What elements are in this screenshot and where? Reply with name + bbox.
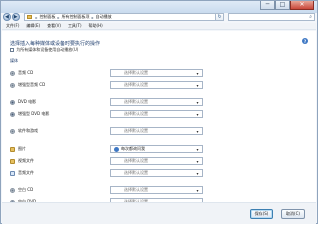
forward-button[interactable]: ▶ — [11, 13, 20, 21]
media-label: 音频 CD — [18, 70, 34, 75]
dvd-icon — [10, 99, 15, 105]
chevron-down-icon: ▾ — [196, 159, 199, 164]
select-value: 选择默认设置 — [124, 70, 148, 75]
music-icon — [10, 170, 15, 176]
search-input[interactable]: ⌕ — [228, 13, 316, 21]
chevron-down-icon: ▾ — [196, 188, 199, 193]
select-value: 选择默认设置 — [124, 111, 148, 116]
media-row-enhanced-audio-cd: 增强型音频 CD 选择默认设置 ▾ — [10, 81, 310, 89]
chevron-down-icon: ▾ — [196, 71, 199, 76]
address-bar: ◀ ▶ ▸ 控制面板 ▸ 所有控制面板项 ▸ 自动播放 ↻ ⌕ — [3, 12, 316, 22]
menu-help[interactable]: 帮助(H) — [89, 23, 103, 29]
chevron-down-icon: ▾ — [196, 112, 199, 117]
media-row-blank-cd: 空白 CD 选择默认设置 ▾ — [10, 186, 310, 194]
menu-file[interactable]: 文件(F) — [6, 23, 19, 29]
action-select[interactable]: 选择默认设置 ▾ — [110, 69, 203, 77]
chevron-down-icon: ▾ — [196, 100, 199, 105]
cd-icon — [10, 82, 15, 88]
content-pane: 选择插入每种媒体或设备时要执行的操作 ? 为所有媒体和设备使用自动播放(U) 媒… — [2, 31, 316, 224]
use-autoplay-checkbox[interactable] — [10, 48, 14, 52]
select-value: 选择默认设置 — [124, 82, 148, 87]
menu-edit[interactable]: 编辑(E) — [26, 23, 40, 29]
action-select[interactable]: 选择默认设置 ▾ — [110, 81, 203, 89]
breadcrumb-item-all-items[interactable]: 所有控制面板项 — [62, 14, 90, 20]
select-value: 选择默认设置 — [124, 128, 148, 133]
refresh-button[interactable]: ↻ — [215, 13, 225, 21]
breadcrumb-item-control-panel[interactable]: 控制面板 — [40, 14, 56, 20]
video-icon — [10, 158, 15, 164]
action-select[interactable]: 选择默认设置 ▾ — [110, 157, 203, 165]
media-label: 音频文件 — [18, 170, 34, 175]
help-icon[interactable]: ? — [302, 38, 308, 44]
control-panel-icon — [26, 15, 32, 19]
media-label: 增强型音频 CD — [18, 82, 46, 87]
action-select[interactable]: 每次都询问我 ▾ — [110, 145, 203, 153]
back-button[interactable]: ◀ — [3, 13, 11, 21]
media-label: 视频文件 — [18, 158, 34, 163]
select-value: 选择默认设置 — [124, 99, 148, 104]
media-row-software-games: 软件和游戏 选择默认设置 ▾ — [10, 127, 310, 135]
window-controls: ─ □ ✕ — [260, 1, 314, 10]
dvd-icon — [10, 111, 15, 117]
ask-me-icon — [114, 146, 119, 152]
media-label: 软件和游戏 — [18, 128, 38, 133]
media-label: 空白 CD — [18, 187, 34, 192]
cancel-button[interactable]: 取消(C) — [281, 209, 305, 219]
picture-icon — [10, 146, 15, 152]
maximize-button[interactable]: □ — [275, 1, 290, 10]
media-row-audio-files: 音频文件 选择默认设置 ▾ — [10, 169, 310, 177]
close-button[interactable]: ✕ — [290, 1, 314, 10]
action-select[interactable]: 选择默认设置 ▾ — [110, 186, 203, 194]
cd-icon — [10, 70, 15, 76]
media-label: 图片 — [18, 146, 26, 151]
media-row-enhanced-dvd-movie: 增强型 DVD 电影 选择默认设置 ▾ — [10, 110, 310, 118]
media-row-audio-cd: 音频 CD 选择默认设置 ▾ — [10, 69, 310, 77]
footer-bar: 保存(S) 取消(C) — [2, 202, 316, 224]
use-autoplay-option[interactable]: 为所有媒体和设备使用自动播放(U) — [10, 47, 78, 53]
menu-view[interactable]: 查看(V) — [47, 23, 61, 29]
minimize-button[interactable]: ─ — [260, 1, 275, 10]
software-icon — [10, 128, 15, 134]
page-title: 选择插入每种媒体或设备时要执行的操作 — [10, 41, 101, 47]
chevron-down-icon: ▾ — [196, 147, 199, 152]
select-value: 选择默认设置 — [124, 170, 148, 175]
select-value: 每次都询问我 — [121, 146, 145, 151]
breadcrumb-item-autoplay[interactable]: 自动播放 — [96, 14, 112, 20]
use-autoplay-label: 为所有媒体和设备使用自动播放(U) — [16, 47, 79, 52]
chevron-down-icon: ▾ — [196, 129, 199, 134]
autoplay-window: ─ □ ✕ ◀ ▶ ▸ 控制面板 ▸ 所有控制面板项 ▸ 自动播放 ↻ ⌕ 文件… — [0, 0, 318, 224]
section-title-media: 媒体 — [10, 58, 18, 63]
select-value: 选择默认设置 — [124, 187, 148, 192]
media-label: DVD 电影 — [18, 99, 37, 104]
action-select[interactable]: 选择默认设置 ▾ — [110, 110, 203, 118]
media-row-dvd-movie: DVD 电影 选择默认设置 ▾ — [10, 98, 310, 106]
menu-tools[interactable]: 工具(T) — [68, 23, 82, 29]
breadcrumb[interactable]: ▸ 控制面板 ▸ 所有控制面板项 ▸ 自动播放 — [23, 13, 216, 21]
breadcrumb-separator: ▸ — [35, 14, 38, 20]
media-label: 增强型 DVD 电影 — [18, 111, 50, 116]
action-select[interactable]: 选择默认设置 ▾ — [110, 127, 203, 135]
search-icon: ⌕ — [309, 14, 313, 20]
action-select[interactable]: 选择默认设置 ▾ — [110, 98, 203, 106]
cd-icon — [10, 187, 15, 193]
breadcrumb-separator: ▸ — [57, 14, 60, 20]
chevron-down-icon: ▾ — [196, 83, 199, 88]
select-value: 选择默认设置 — [124, 158, 148, 163]
save-button[interactable]: 保存(S) — [250, 209, 273, 219]
media-row-pictures: 图片 每次都询问我 ▾ — [10, 145, 310, 153]
chevron-down-icon: ▾ — [196, 171, 199, 176]
breadcrumb-separator: ▸ — [91, 14, 94, 20]
media-row-video-files: 视频文件 选择默认设置 ▾ — [10, 157, 310, 165]
action-select[interactable]: 选择默认设置 ▾ — [110, 169, 203, 177]
menu-bar: 文件(F) 编辑(E) 查看(V) 工具(T) 帮助(H) — [2, 23, 316, 30]
